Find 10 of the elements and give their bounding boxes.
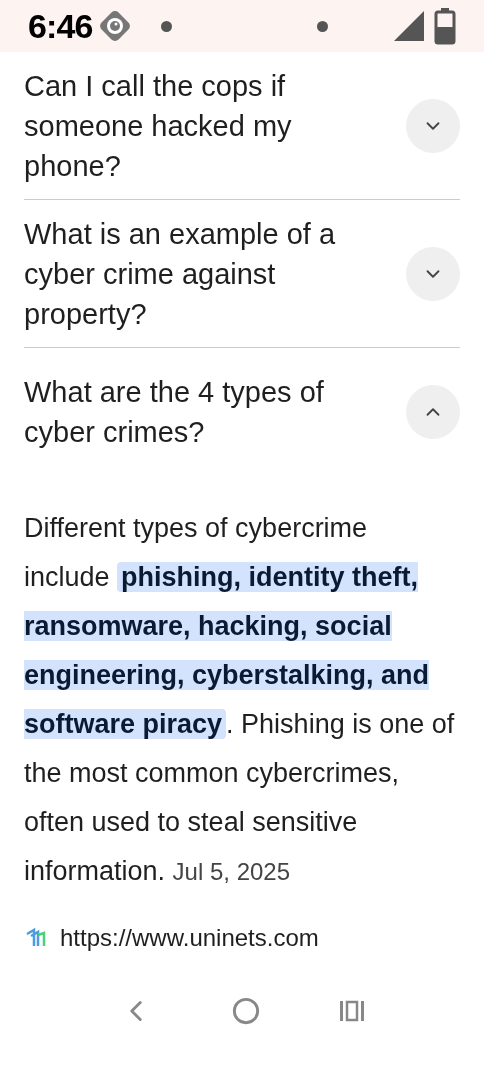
home-nav-icon[interactable] (232, 997, 260, 1025)
recents-nav-icon[interactable] (338, 1000, 365, 1022)
status-time: 6:46 (28, 5, 93, 47)
answer-paragraph: Different types of cybercrime include phishing, identity theft, ransomware, hacking, social engineering, cyberstalking, and software piracy. Phishing is one of the most common cybercrimes, often used to steal sensitive information. Jul 5, 2025 (24, 512, 456, 888)
signal-icon (392, 9, 426, 43)
faq-question[interactable]: What are the 4 types of cyber crimes? (24, 372, 394, 452)
faq-question[interactable]: What is an example of a cyber crime against property? (24, 213, 394, 334)
faq-question[interactable]: Can I call the cops if someone hacked my phone? (24, 65, 394, 186)
source-link[interactable]: https://www.uninets.com (60, 920, 319, 956)
battery-icon (434, 7, 456, 45)
